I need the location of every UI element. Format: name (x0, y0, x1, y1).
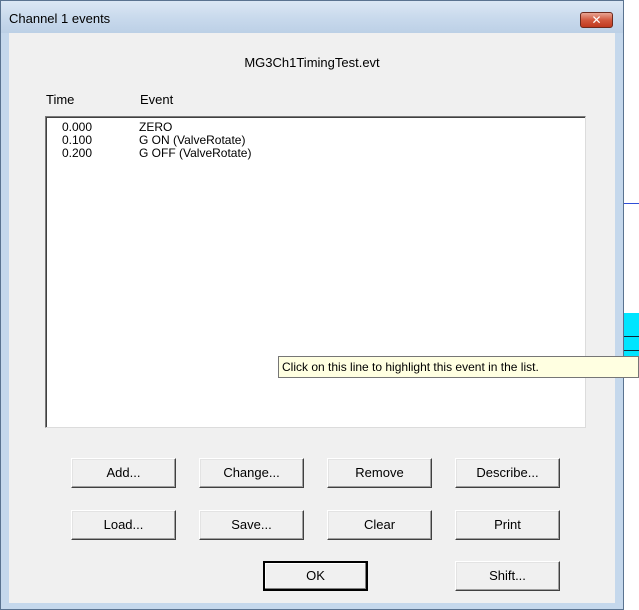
describe-button[interactable]: Describe... (455, 458, 560, 488)
load-button[interactable]: Load... (71, 510, 176, 540)
event-tooltip: Click on this line to highlight this eve… (278, 356, 639, 378)
list-item[interactable]: 0.000 ZERO (46, 121, 583, 134)
event-name: G OFF (ValveRotate) (139, 146, 252, 160)
save-button[interactable]: Save... (199, 510, 304, 540)
title-bar[interactable]: Channel 1 events ✕ (1, 1, 623, 33)
dialog-client-area: MG3Ch1TimingTest.evt Time Event 0.000 ZE… (9, 33, 615, 603)
event-time: 0.200 (62, 146, 93, 160)
change-button[interactable]: Change... (199, 458, 304, 488)
ok-button[interactable]: OK (263, 561, 368, 591)
close-icon: ✕ (591, 13, 602, 27)
list-item[interactable]: 0.200 G OFF (ValveRotate) (46, 147, 583, 160)
dialog-title: Channel 1 events (9, 11, 111, 26)
close-button[interactable]: ✕ (580, 12, 613, 28)
list-item[interactable]: 0.100 G ON (ValveRotate) (46, 134, 583, 147)
add-button[interactable]: Add... (71, 458, 176, 488)
event-column-header: Event (140, 92, 174, 107)
time-column-header: Time (46, 92, 75, 107)
print-button[interactable]: Print (455, 510, 560, 540)
remove-button[interactable]: Remove (327, 458, 432, 488)
file-name: MG3Ch1TimingTest.evt (244, 55, 380, 70)
channel-events-dialog: Channel 1 events ✕ MG3Ch1TimingTest.evt … (0, 0, 624, 610)
event-list[interactable]: 0.000 ZERO 0.100 G ON (ValveRotate) 0.20… (45, 116, 586, 428)
shift-button[interactable]: Shift... (455, 561, 560, 591)
clear-button[interactable]: Clear (327, 510, 432, 540)
